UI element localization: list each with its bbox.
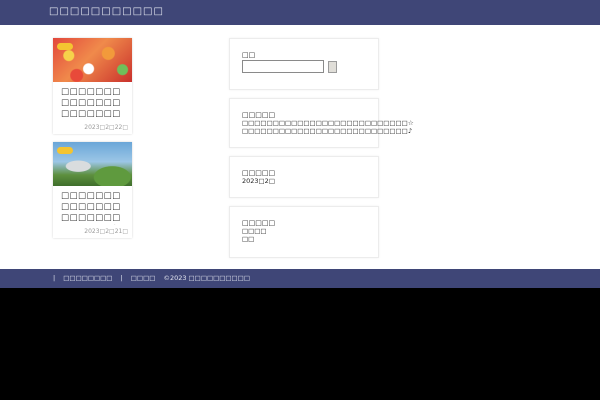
post-date: 2023□2□21□ xyxy=(84,228,128,235)
site-title[interactable]: □□□□□□□□□□□ xyxy=(49,6,164,17)
post-date: 2023□2□22□ xyxy=(84,124,128,131)
category-widget: □□□□□ □□□□ □□ xyxy=(229,206,379,258)
site-footer: | □□□□□□□□ | □□□□ ©2023 □□□□□□□□□□ xyxy=(0,269,600,288)
footer-nav: | □□□□□□□□ | □□□□ ©2023 □□□□□□□□□□ xyxy=(53,274,256,282)
search-widget: □□ xyxy=(229,38,379,90)
recent-post-link[interactable]: □□□□□□□□□□□□□□□□□□□□□□□□□□□☆ xyxy=(242,119,414,127)
post-title[interactable]: □□□□□□□□□□□□□□□□□□□□□□□□□□□☆ xyxy=(61,87,127,121)
archive-widget: □□□□□ 2023□2□ xyxy=(229,156,379,198)
footer-link[interactable]: □□□□ xyxy=(131,274,156,282)
recent-post-link[interactable]: □□□□□□□□□□□□□□□□□□□□□□□□□□□♪ xyxy=(242,127,412,135)
search-heading: □□ xyxy=(242,51,256,59)
post-thumbnail[interactable] xyxy=(53,38,132,82)
post-thumbnail[interactable] xyxy=(53,142,132,186)
main-content: □□□□□□□□□□□□□□□□□□□□□□□□□□□☆ 2023□2□22□ … xyxy=(0,25,600,269)
copyright-text: ©2023 □□□□□□□□□□ xyxy=(163,274,250,282)
post-title[interactable]: □□□□□□□□□□□□□□□□□□□□□□□□□□□♪ xyxy=(61,191,127,225)
post-card[interactable]: □□□□□□□□□□□□□□□□□□□□□□□□□□□☆ 2023□2□22□ xyxy=(53,38,132,134)
footer-link[interactable]: □□□□□□□□ xyxy=(63,274,112,282)
footer-divider: | xyxy=(120,274,123,282)
category-link[interactable]: □□ xyxy=(242,235,254,243)
post-card[interactable]: □□□□□□□□□□□□□□□□□□□□□□□□□□□♪ 2023□2□21□ xyxy=(53,142,132,238)
archive-link[interactable]: 2023□2□ xyxy=(242,177,275,185)
category-tag xyxy=(57,43,73,50)
search-button[interactable] xyxy=(328,61,337,73)
footer-divider: | xyxy=(53,274,56,282)
search-input[interactable] xyxy=(242,60,324,73)
site-header: □□□□□□□□□□□ xyxy=(0,0,600,25)
category-tag xyxy=(57,147,73,154)
page-blank-area xyxy=(0,288,600,400)
recent-posts-widget: □□□□□ □□□□□□□□□□□□□□□□□□□□□□□□□□□☆ □□□□□… xyxy=(229,98,414,148)
category-link[interactable]: □□□□ xyxy=(242,227,267,235)
archive-heading: □□□□□ xyxy=(242,169,276,177)
recent-posts-heading: □□□□□ xyxy=(242,111,276,119)
category-heading: □□□□□ xyxy=(242,219,276,227)
